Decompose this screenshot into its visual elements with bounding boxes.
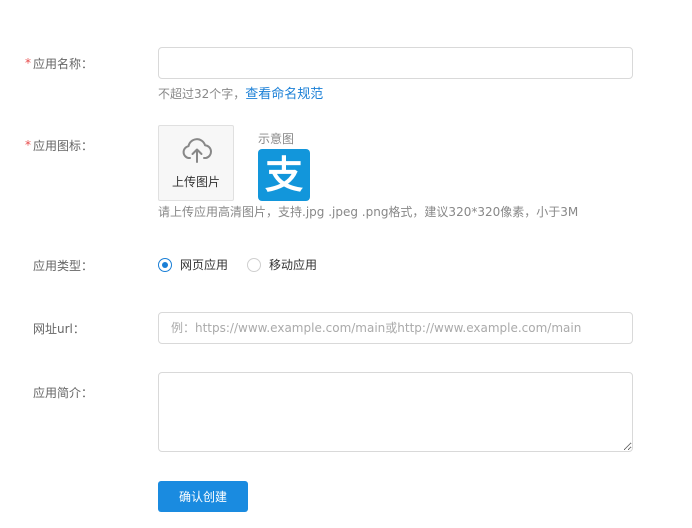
app-name-hint-text: 不超过32个字， [158,87,246,101]
alipay-sample-logo: 支 [258,149,310,201]
app-icon-hint: 请上传应用高清图片，支持.jpg .jpeg .png格式，建议320*320像… [158,205,579,219]
app-type-label: 应用类型： [33,259,94,273]
radio-mobile-app-dot[interactable] [247,258,261,272]
upload-image-button[interactable]: 上传图片 [158,125,234,201]
required-mark: * [25,56,31,70]
alipay-logo-char: 支 [264,153,303,197]
upload-image-label: 上传图片 [171,175,220,189]
description-label: 应用简介： [33,386,94,400]
app-icon-label: 应用图标： [33,139,94,153]
app-name-label-wrapper: * 应用名称： [25,55,94,72]
required-mark: * [25,138,31,152]
sample-image-label: 示意图 [258,132,295,146]
radio-web-app-dot[interactable] [158,258,172,272]
app-name-label: 应用名称： [33,57,94,71]
radio-mobile-app-label: 移动应用 [269,258,318,272]
app-icon-label-wrapper: * 应用图标： [25,137,94,154]
description-textarea[interactable] [158,372,633,452]
app-name-hint: 不超过32个字，查看命名规范 [158,83,323,102]
url-label: 网址url： [33,322,85,336]
url-input[interactable] [158,312,633,344]
app-name-input[interactable] [158,47,633,79]
confirm-create-button[interactable]: 确认创建 [158,481,248,512]
naming-rules-link[interactable]: 查看命名规范 [245,87,323,102]
radio-web-app-label: 网页应用 [180,258,229,272]
cloud-upload-icon [182,138,212,163]
